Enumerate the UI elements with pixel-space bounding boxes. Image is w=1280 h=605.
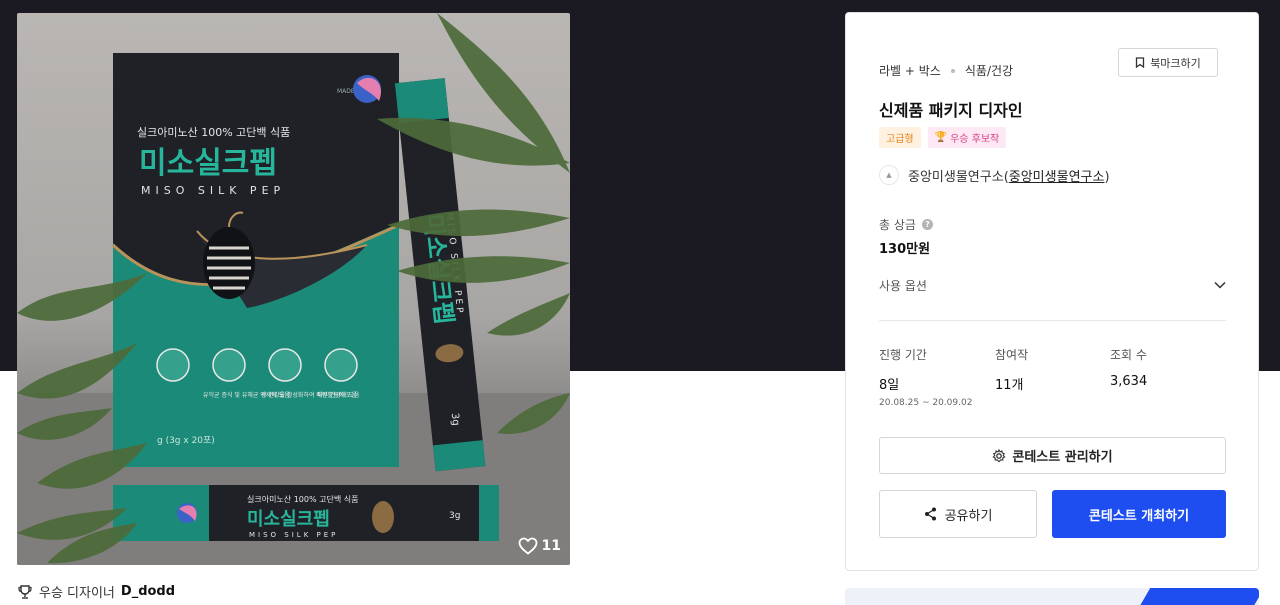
gear-icon xyxy=(992,448,1006,462)
stat-views: 조회 수 3,634 xyxy=(1110,348,1148,389)
winner-prefix: 우승 디자이너 xyxy=(39,586,115,601)
winner-designer: 우승 디자이너 D_dodd xyxy=(17,582,175,601)
svg-text:미소실크펩: 미소실크펩 xyxy=(247,509,330,530)
avatar: ▲ xyxy=(879,165,899,185)
chevron-down-icon xyxy=(1214,281,1226,289)
contest-info-panel: 라벨 + 박스 식품/건강 북마크하기 신제품 패키지 디자인 고급형 🏆 우승… xyxy=(845,12,1259,571)
manage-contest-button[interactable]: 콘테스트 관리하기 xyxy=(879,437,1226,474)
separator-dot xyxy=(950,68,955,73)
divider xyxy=(879,320,1226,321)
prize-label: 총 상금 ? xyxy=(879,216,933,233)
package-box: MADEVINN 실크아미노산 100% 고단백 식품 미소실크펩 MISO S… xyxy=(111,53,400,467)
share-icon xyxy=(924,507,936,521)
bookmark-icon xyxy=(1136,57,1145,68)
svg-text:MISO SILK PEP: MISO SILK PEP xyxy=(249,531,338,539)
host-name: 중앙미생물연구소 xyxy=(908,169,1004,185)
views-value: 3,634 xyxy=(1110,374,1148,389)
prize-value: 130만원 xyxy=(879,242,931,257)
trophy-icon: 🏆 xyxy=(934,132,948,143)
banner-peek[interactable] xyxy=(845,588,1259,605)
usage-options-label: 사용 옵션 xyxy=(879,278,927,293)
stat-period: 진행 기간 8일 20.08.25 ~ 20.09.02 xyxy=(879,348,973,408)
help-icon[interactable]: ? xyxy=(921,219,933,230)
period-range: 20.08.25 ~ 20.09.02 xyxy=(879,398,973,408)
svg-text:피부 건강에 도움: 피부 건강에 도움 xyxy=(317,391,360,399)
badge-row: 고급형 🏆 우승 후보작 xyxy=(879,127,1007,148)
category-secondary[interactable]: 식품/건강 xyxy=(965,62,1013,79)
banner-stripe xyxy=(1136,588,1259,605)
period-value: 8일 xyxy=(879,378,900,393)
like-button[interactable]: 11 xyxy=(518,537,561,555)
category-breadcrumb: 라벨 + 박스 식품/건강 xyxy=(879,62,1013,79)
box-product-name-en: MISO SILK PEP xyxy=(141,184,285,197)
svg-text:3g: 3g xyxy=(449,412,461,426)
box-product-name: 미소실크펩 xyxy=(139,146,277,181)
box-weight-note: g (3g x 20포) xyxy=(157,436,215,446)
share-button[interactable]: 공유하기 xyxy=(879,490,1037,538)
product-illustration: MADEVINN 실크아미노산 100% 고단백 식품 미소실크펩 MISO S… xyxy=(17,13,570,565)
entries-value: 11개 xyxy=(995,378,1024,393)
box-tagline: 실크아미노산 100% 고단백 식품 xyxy=(137,126,290,139)
product-image[interactable]: MADEVINN 실크아미노산 100% 고단백 식품 미소실크펩 MISO S… xyxy=(17,13,570,565)
open-contest-button[interactable]: 콘테스트 개최하기 xyxy=(1052,490,1226,538)
winner-name[interactable]: D_dodd xyxy=(121,584,175,599)
svg-text:실크아미노산 100% 고단백 식품: 실크아미노산 100% 고단백 식품 xyxy=(247,494,358,504)
heart-icon xyxy=(518,537,537,555)
stat-entries: 참여작 11개 xyxy=(995,348,1029,393)
lying-stick: 실크아미노산 100% 고단백 식품 미소실크펩 MISO SILK PEP 3… xyxy=(113,485,499,541)
category-primary[interactable]: 라벨 + 박스 xyxy=(879,62,941,79)
host-info: ▲ 중앙미생물연구소(중앙미생물연구소) xyxy=(879,165,1110,185)
contest-title: 신제품 패키지 디자인 xyxy=(879,101,1023,120)
like-count: 11 xyxy=(541,538,561,554)
grade-badge: 고급형 xyxy=(879,127,921,148)
winner-candidate-badge: 🏆 우승 후보작 xyxy=(927,127,1007,148)
svg-text:3g: 3g xyxy=(449,511,460,521)
trophy-icon xyxy=(18,584,32,599)
usage-options-toggle[interactable]: 사용 옵션 xyxy=(879,275,1226,295)
host-link[interactable]: 중앙미생물연구소 xyxy=(1009,170,1105,185)
bookmark-button[interactable]: 북마크하기 xyxy=(1118,48,1218,77)
